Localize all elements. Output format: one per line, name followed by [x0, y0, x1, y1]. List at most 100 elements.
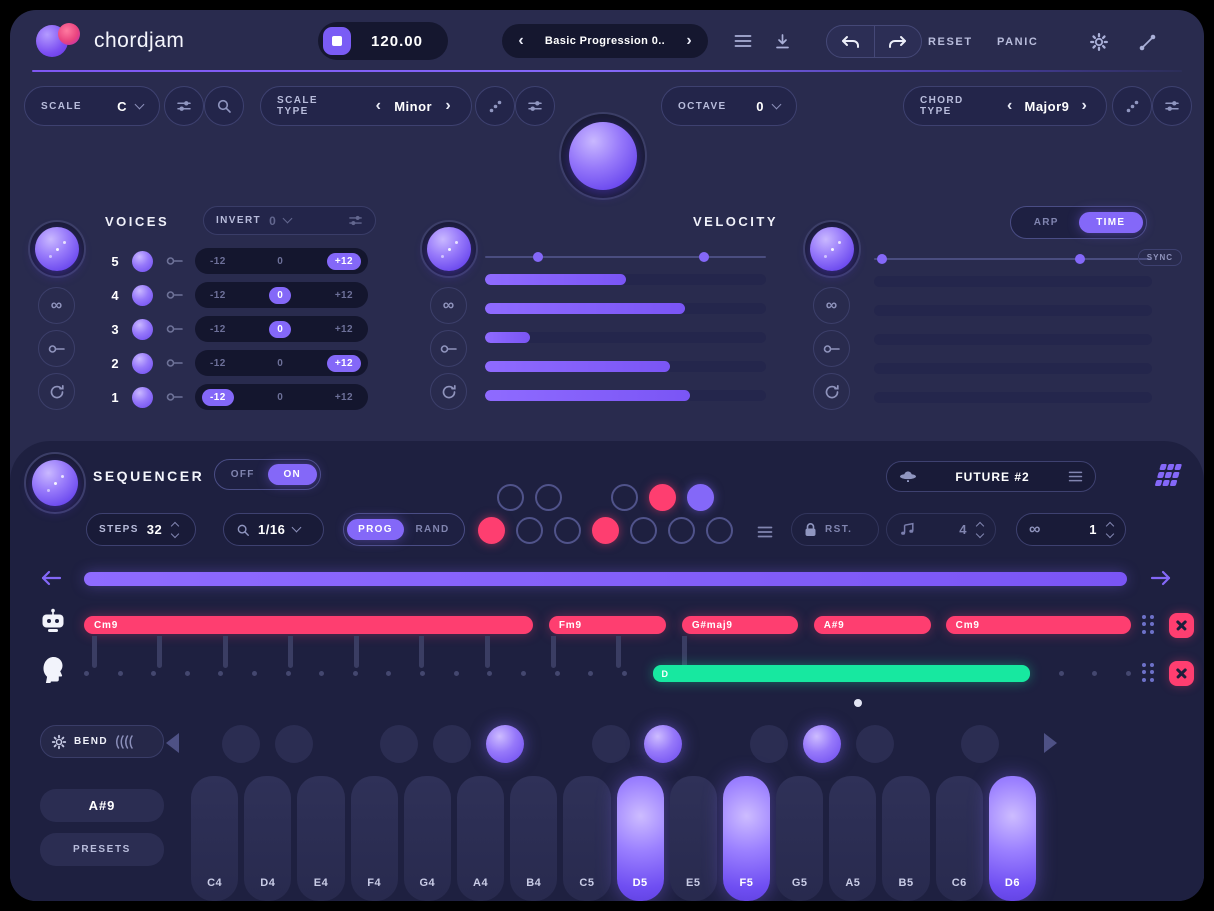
pad-C#6[interactable]	[961, 725, 1000, 763]
key-C5[interactable]: C5	[563, 776, 611, 901]
bar-track[interactable]	[485, 361, 766, 372]
keyboard-scroll-left[interactable]	[166, 733, 179, 753]
chord-type-next-icon[interactable]: ›	[1078, 97, 1090, 115]
stepper-arrows-icon[interactable]	[975, 521, 985, 538]
transpose-max[interactable]: +12	[327, 321, 361, 338]
timeline-right-arrow[interactable]	[1148, 568, 1174, 591]
tap-tempo-button[interactable]	[323, 27, 351, 55]
step-pink[interactable]	[649, 484, 676, 511]
key-C6[interactable]: C6	[935, 776, 983, 901]
time-xy-knob[interactable]	[803, 220, 861, 278]
voice-transpose-slider[interactable]: -12 0 +12	[195, 384, 368, 410]
transpose-mid[interactable]: 0	[269, 389, 291, 406]
transpose-min[interactable]: -12	[202, 253, 234, 270]
transpose-min[interactable]: -12	[202, 355, 234, 372]
transpose-min[interactable]: -12	[202, 321, 234, 338]
pad-G#5[interactable]	[802, 725, 841, 763]
bar-track[interactable]	[874, 305, 1152, 316]
slider-handle[interactable]	[533, 252, 544, 262]
bar-track[interactable]	[874, 334, 1152, 345]
scale-search-icon[interactable]	[204, 86, 244, 126]
voice-transpose-slider[interactable]: -12 0 +12	[195, 350, 368, 376]
step-purple[interactable]	[687, 484, 714, 511]
chord-block[interactable]: Cm9	[84, 616, 534, 634]
chord-block[interactable]: Fm9	[548, 616, 667, 634]
step-pink[interactable]	[478, 517, 505, 544]
step-empty[interactable]	[668, 517, 695, 544]
chord-block[interactable]: Cm9	[945, 616, 1131, 634]
transpose-max[interactable]: +12	[327, 287, 361, 304]
slider-handle[interactable]	[699, 252, 710, 262]
chord-lane-drag-handle[interactable]	[1142, 615, 1156, 635]
timeline-left-arrow[interactable]	[38, 568, 64, 591]
key-D4[interactable]: D4	[244, 776, 292, 901]
chord-lane-delete-button[interactable]	[1169, 613, 1194, 638]
step-empty[interactable]	[611, 484, 638, 511]
key-D5[interactable]: D5	[616, 776, 664, 901]
key-E4[interactable]: E4	[297, 776, 345, 901]
sequence-position-slider[interactable]	[84, 572, 1127, 586]
settings-gear-icon[interactable]	[1087, 30, 1111, 54]
prev-preset-button[interactable]: ‹	[508, 32, 534, 50]
robot-icon[interactable]	[38, 608, 68, 639]
invert-control[interactable]: INVERT 0	[203, 206, 376, 235]
bar-track[interactable]	[874, 392, 1152, 403]
bar-track[interactable]	[485, 274, 766, 285]
bend-control[interactable]: BEND	[40, 725, 164, 758]
voice-transpose-slider[interactable]: -12 0 +12	[195, 316, 368, 342]
key-F4[interactable]: F4	[350, 776, 398, 901]
bars-control[interactable]: 4	[886, 513, 996, 546]
bar-track[interactable]	[874, 363, 1152, 374]
step-empty[interactable]	[554, 517, 581, 544]
voice-toggle[interactable]	[132, 352, 153, 374]
velocity-range-slider[interactable]	[485, 252, 766, 262]
scale-type-prev-icon[interactable]: ‹	[371, 97, 385, 115]
bpm-control[interactable]: 120.00	[318, 22, 448, 60]
step-empty[interactable]	[630, 517, 657, 544]
reset-button[interactable]: RESET	[928, 36, 973, 48]
pattern-grid-icon[interactable]	[1152, 462, 1188, 497]
step-empty[interactable]	[516, 517, 543, 544]
pad-F#4[interactable]	[380, 725, 419, 763]
velocity-infinity-icon[interactable]: ∞	[430, 287, 467, 324]
redo-button[interactable]	[875, 26, 922, 57]
power-on-option[interactable]: ON	[267, 464, 317, 485]
presets-button[interactable]: PRESETS	[40, 833, 164, 866]
bend-gear-icon[interactable]	[51, 734, 67, 750]
time-reset-icon[interactable]	[813, 373, 850, 410]
note-bar[interactable]: D	[652, 665, 1031, 682]
note-lane-delete-button[interactable]	[1169, 661, 1194, 686]
transpose-mid[interactable]: 0	[269, 320, 292, 338]
menu-icon[interactable]	[732, 32, 754, 50]
panic-button[interactable]: PANIC	[997, 36, 1038, 48]
key-D6[interactable]: D6	[988, 776, 1036, 901]
download-icon[interactable]	[772, 31, 793, 52]
stepper-arrows-icon[interactable]	[171, 521, 180, 538]
morph-patch-icon[interactable]	[1136, 31, 1159, 54]
voice-transpose-slider[interactable]: -12 0 +12	[195, 282, 368, 308]
voices-reset-icon[interactable]	[38, 373, 75, 410]
bar-track[interactable]	[874, 276, 1152, 287]
transpose-max[interactable]: +12	[326, 354, 361, 372]
sync-toggle[interactable]: SYNC	[1137, 249, 1182, 266]
step-empty[interactable]	[497, 484, 524, 511]
chord-type-sliders-icon[interactable]	[1152, 86, 1192, 126]
seq-preset-menu-icon[interactable]	[1068, 471, 1083, 482]
note-lane-drag-handle[interactable]	[1142, 663, 1156, 683]
step-empty[interactable]	[535, 484, 562, 511]
chord-block[interactable]: A#9	[813, 616, 931, 634]
transpose-min[interactable]: -12	[202, 388, 234, 406]
key-B5[interactable]: B5	[882, 776, 930, 901]
key-C4[interactable]: C4	[191, 776, 239, 901]
slider-handle[interactable]	[1074, 254, 1085, 264]
chord-type-prev-icon[interactable]: ‹	[1004, 97, 1016, 115]
scale-type-sliders-icon[interactable]	[515, 86, 555, 126]
pad-A#4[interactable]	[485, 725, 524, 763]
key-B4[interactable]: B4	[510, 776, 558, 901]
voices-infinity-icon[interactable]: ∞	[38, 287, 75, 324]
mode-rand-option[interactable]: RAND	[404, 519, 461, 540]
current-chord-button[interactable]: A#9	[40, 789, 164, 822]
seq-preset-selector[interactable]: FUTURE #2	[886, 461, 1096, 492]
head-icon[interactable]	[41, 656, 65, 688]
sequencer-xy-knob[interactable]	[24, 452, 86, 514]
